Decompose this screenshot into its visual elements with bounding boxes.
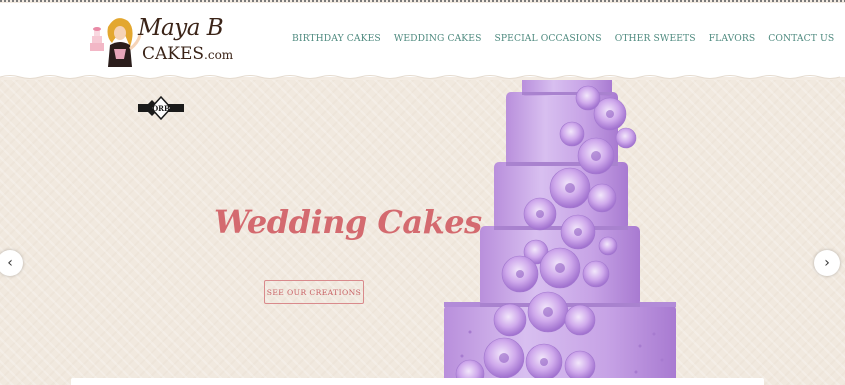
slider-next-button[interactable]: › [814, 250, 840, 276]
nav-special-occasions[interactable]: SPECIAL OCCASIONS [494, 33, 601, 44]
logo-com-text: .com [204, 48, 234, 62]
nav-flavors[interactable]: FLAVORS [709, 33, 756, 44]
orb-badge-text: ORB [152, 104, 170, 113]
logo-baker-illustration [90, 18, 142, 67]
site-header: Maya B CAKES.com BIRTHDAY CAKES WEDDING … [0, 3, 845, 77]
chevron-left-icon: ‹ [7, 255, 13, 271]
logo-cakes-text: CAKES [142, 44, 205, 64]
content-panel-top [71, 378, 764, 385]
hero-title: Wedding Cakes [214, 203, 482, 241]
hero-slider: ORB Wedding Cakes SEE OUR CREATIONS ‹ › [0, 80, 845, 385]
chevron-right-icon: › [824, 255, 830, 271]
nav-wedding-cakes[interactable]: WEDDING CAKES [394, 33, 482, 44]
main-navigation: BIRTHDAY CAKES WEDDING CAKES SPECIAL OCC… [292, 33, 834, 44]
wedding-cake-image [444, 80, 676, 385]
orb-badge-icon: ORB [138, 96, 184, 120]
logo-subtext: CAKES.com [142, 44, 233, 64]
nav-other-sweets[interactable]: OTHER SWEETS [615, 33, 696, 44]
site-logo[interactable]: Maya B CAKES.com [86, 13, 242, 69]
nav-birthday-cakes[interactable]: BIRTHDAY CAKES [292, 33, 381, 44]
slider-prev-button[interactable]: ‹ [0, 250, 23, 276]
nav-contact-us[interactable]: CONTACT US [768, 33, 834, 44]
see-our-creations-button[interactable]: SEE OUR CREATIONS [264, 280, 364, 304]
logo-script-text: Maya B [138, 15, 224, 41]
